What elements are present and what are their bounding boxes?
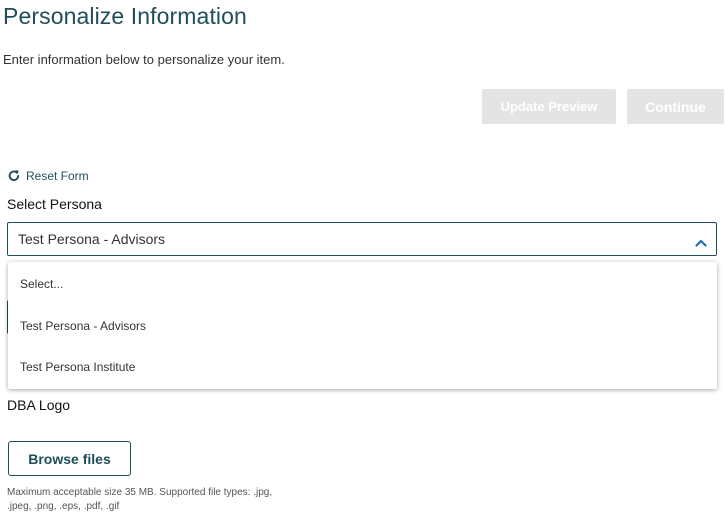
continue-button[interactable]: Continue [627, 89, 724, 124]
personalize-page: Personalize Information Enter informatio… [0, 0, 725, 517]
update-preview-button[interactable]: Update Preview [482, 89, 616, 124]
reset-form-link[interactable]: Reset Form [7, 169, 89, 183]
persona-option-select[interactable]: Select... [8, 262, 717, 305]
persona-option-institute[interactable]: Test Persona Institute [8, 346, 717, 387]
persona-selected-value: Test Persona - Advisors [18, 231, 166, 247]
refresh-icon [7, 169, 21, 183]
intro-text: Enter information below to personalize y… [3, 52, 285, 67]
file-requirements-line-2: .jpeg, .png, .eps, .pdf, .gif [7, 501, 120, 512]
file-requirements-line-1: Maximum acceptable size 35 MB. Supported… [7, 487, 273, 498]
file-requirements-text: Maximum acceptable size 35 MB. Supported… [7, 486, 347, 514]
chevron-up-icon [695, 234, 707, 250]
browse-files-button[interactable]: Browse files [8, 441, 131, 476]
dba-logo-label: DBA Logo [7, 397, 71, 413]
persona-select[interactable]: Test Persona - Advisors [7, 222, 717, 256]
reset-form-label: Reset Form [26, 169, 89, 183]
page-title: Personalize Information [3, 3, 247, 29]
select-persona-label: Select Persona [7, 196, 102, 212]
persona-option-advisors[interactable]: Test Persona - Advisors [8, 305, 717, 346]
persona-dropdown-menu: Select... Test Persona - Advisors Test P… [8, 262, 717, 389]
